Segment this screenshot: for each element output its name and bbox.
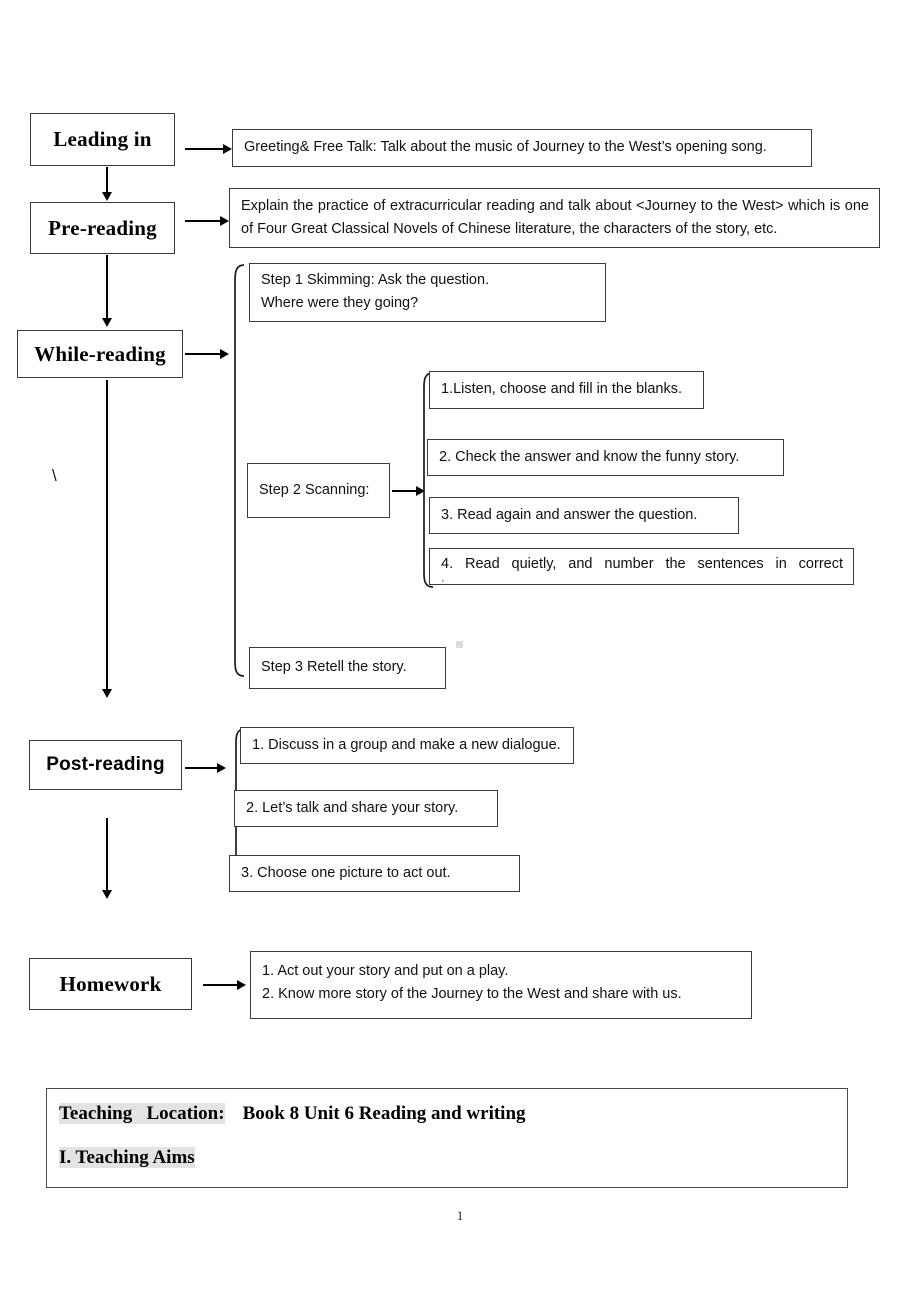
teaching-location-label: Teaching Location:	[59, 1103, 225, 1124]
arrow-head-leading-to-pre	[101, 192, 112, 201]
content-box-step2-item-3: 3. Read again and answer the question.	[429, 497, 739, 534]
stray-backslash-mark: \	[52, 466, 57, 485]
arrow-head-pre-to-while	[101, 318, 112, 327]
post-item-3: 3. Choose one picture to act out.	[241, 864, 451, 881]
teaching-location-value: Book 8 Unit 6 Reading and writing	[242, 1103, 526, 1124]
arrow-line-post-reading	[185, 767, 219, 769]
arrow-head-while-to-post	[101, 689, 112, 698]
homework-line-1: 1. Act out your story and put on a play.	[262, 963, 509, 979]
content-box-step2-label: Step 2 Scanning:	[247, 463, 390, 518]
homework-line-2: 2. Know more story of the Journey to the…	[262, 986, 682, 1003]
step2-item-2: 2. Check the answer and know the funny s…	[439, 448, 740, 465]
teaching-aims-line: I. Teaching Aims	[59, 1147, 835, 1169]
stage-box-while-reading: While-reading	[17, 330, 183, 378]
brace-while-reading	[222, 263, 246, 678]
page-number: 1	[456, 1208, 464, 1223]
arrow-head-pre-reading	[220, 215, 229, 226]
step1-line2: Where were they going?	[261, 295, 419, 312]
stage-label-homework: Homework	[59, 971, 162, 996]
step3-label: Step 3 Retell the story.	[261, 659, 407, 676]
teaching-info-block: Teaching Location: Book 8 Unit 6 Reading …	[46, 1088, 848, 1188]
arrow-line-homework	[203, 984, 239, 986]
content-box-homework: 1. Act out your story and put on a play.…	[250, 951, 752, 1019]
gray-speck-artifact	[456, 641, 463, 648]
pre-reading-text: Explain the practice of extracurricular …	[241, 198, 869, 238]
arrow-line-while-to-post	[106, 380, 108, 692]
stage-label-while-reading: While-reading	[34, 341, 166, 366]
content-box-step2-item-2: 2. Check the answer and know the funny s…	[427, 439, 784, 476]
arrow-line-leading-to-pre	[106, 167, 108, 195]
content-box-step1: Step 1 Skimming: Ask the question. Where…	[249, 263, 606, 322]
content-box-leading-in: Greeting& Free Talk: Talk about the musi…	[232, 129, 812, 167]
arrow-line-pre-to-while	[106, 255, 108, 321]
content-box-step2-item-1: 1.Listen, choose and fill in the blanks.	[429, 371, 704, 409]
content-box-pre-reading: Explain the practice of extracurricular …	[229, 188, 880, 248]
arrow-line-pre-reading	[185, 220, 222, 222]
stage-box-leading-in: Leading in	[30, 113, 175, 166]
arrow-head-post-to-homework	[101, 890, 112, 899]
stage-box-pre-reading: Pre-reading	[30, 202, 175, 254]
step2-item-4: 4. Read quietly, and number the sentence…	[441, 556, 843, 572]
step2-label: Step 2 Scanning:	[259, 481, 370, 498]
step2-item-3: 3. Read again and answer the question.	[441, 506, 698, 523]
teaching-location-line: Teaching Location: Book 8 Unit 6 Reading …	[59, 1103, 835, 1125]
arrow-head-leading-in	[223, 143, 232, 154]
leading-in-text: Greeting& Free Talk: Talk about the musi…	[244, 139, 767, 156]
step2-item-1: 1.Listen, choose and fill in the blanks.	[441, 381, 683, 398]
content-box-post-item-2: 2. Let’s talk and share your story.	[234, 790, 498, 827]
document-page: Leading in Greeting& Free Talk: Talk abo…	[0, 0, 920, 1302]
step2-item-4-clipped: ·	[441, 575, 445, 585]
post-item-1: 1. Discuss in a group and make a new dia…	[252, 736, 561, 753]
stage-box-post-reading: Post-reading	[29, 740, 182, 790]
stage-label-post-reading: Post-reading	[46, 754, 165, 775]
post-item-2: 2. Let’s talk and share your story.	[246, 799, 459, 816]
arrow-line-leading-in	[185, 148, 225, 150]
content-box-step3: Step 3 Retell the story.	[249, 647, 446, 689]
step1-line1: Step 1 Skimming: Ask the question.	[261, 272, 490, 288]
stage-label-leading-in: Leading in	[53, 127, 152, 151]
content-box-post-item-1: 1. Discuss in a group and make a new dia…	[240, 727, 574, 764]
content-box-post-item-3: 3. Choose one picture to act out.	[229, 855, 520, 892]
arrow-line-post-to-homework	[106, 818, 108, 893]
stage-label-pre-reading: Pre-reading	[48, 215, 157, 240]
stage-box-homework: Homework	[29, 958, 192, 1010]
teaching-aims-heading: I. Teaching Aims	[59, 1147, 195, 1168]
arrow-head-homework	[237, 979, 246, 990]
content-box-step2-item-4: 4. Read quietly, and number the sentence…	[429, 548, 854, 585]
arrow-line-while-reading	[185, 353, 222, 355]
